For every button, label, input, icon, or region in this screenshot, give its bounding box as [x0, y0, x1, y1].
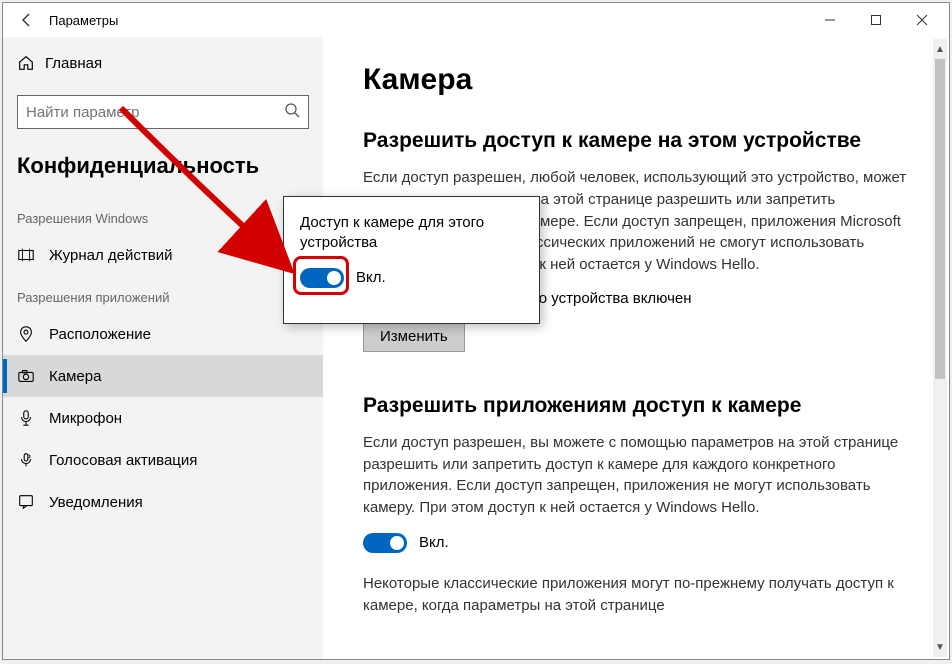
section1-heading: Разрешить доступ к камере на этом устрой… [363, 129, 909, 153]
vertical-scrollbar[interactable]: ▲ ▼ [933, 39, 947, 657]
device-camera-access-popup: Доступ к камере для этого устройства Вкл… [283, 196, 540, 324]
sidebar-item-activity-history[interactable]: Журнал действий [3, 234, 323, 276]
section2-footnote: Некоторые классические приложения могут … [363, 573, 909, 617]
device-camera-toggle-row: Вкл. [300, 268, 523, 288]
apps-camera-toggle-row: Вкл. [363, 533, 909, 553]
apps-camera-toggle-label: Вкл. [419, 534, 449, 551]
page-title: Камера [363, 63, 909, 97]
title-bar: Параметры [3, 3, 949, 37]
home-icon [17, 54, 45, 72]
scroll-down-arrow[interactable]: ▼ [933, 639, 947, 655]
device-camera-toggle[interactable] [300, 268, 344, 288]
sidebar-item-label: Расположение [49, 326, 151, 343]
voice-activation-icon [17, 451, 49, 469]
search-box[interactable] [17, 95, 309, 129]
apps-camera-toggle[interactable] [363, 533, 407, 553]
sidebar-item-label: Уведомления [49, 494, 143, 511]
scroll-up-arrow[interactable]: ▲ [933, 41, 947, 57]
maximize-button[interactable] [853, 4, 899, 36]
sidebar-item-label: Микрофон [49, 410, 122, 427]
sidebar-item-label: Голосовая активация [49, 452, 197, 469]
sidebar-group-apps: Разрешения приложений [3, 276, 323, 313]
microphone-icon [17, 409, 49, 427]
scroll-thumb[interactable] [935, 59, 945, 379]
notifications-icon [17, 493, 49, 511]
sidebar-group-windows: Разрешения Windows [3, 197, 323, 234]
device-camera-toggle-label: Вкл. [356, 269, 386, 286]
sidebar-item-voice-activation[interactable]: Голосовая активация [3, 439, 323, 481]
sidebar-item-microphone[interactable]: Микрофон [3, 397, 323, 439]
sidebar-item-label: Журнал действий [49, 247, 172, 264]
sidebar-item-label: Камера [49, 368, 101, 385]
sidebar-home[interactable]: Главная [3, 43, 323, 83]
sidebar-home-label: Главная [45, 55, 102, 72]
section2-heading: Разрешить приложениям доступ к камере [363, 394, 909, 418]
sidebar: Главная Конфиденциальность Разрешения Wi… [3, 37, 323, 659]
window-title: Параметры [49, 13, 118, 28]
sidebar-section-title: Конфиденциальность [3, 147, 323, 197]
search-icon [284, 102, 300, 123]
sidebar-item-location[interactable]: Расположение [3, 313, 323, 355]
close-button[interactable] [899, 4, 945, 36]
section2-body: Если доступ разрешен, вы можете с помощь… [363, 432, 909, 519]
change-button[interactable]: Изменить [363, 321, 465, 352]
minimize-button[interactable] [807, 4, 853, 36]
window-controls [807, 4, 945, 36]
sidebar-item-notifications[interactable]: Уведомления [3, 481, 323, 523]
search-input[interactable] [26, 104, 284, 121]
content-area: Камера Разрешить доступ к камере на этом… [323, 37, 949, 659]
settings-window: Параметры Главная Конфиденциальность [2, 2, 950, 660]
sidebar-item-camera[interactable]: Камера [3, 355, 323, 397]
popup-title: Доступ к камере для этого устройства [300, 213, 523, 254]
history-icon [17, 246, 49, 264]
back-button[interactable] [11, 12, 43, 28]
location-icon [17, 325, 49, 343]
camera-icon [17, 367, 49, 385]
